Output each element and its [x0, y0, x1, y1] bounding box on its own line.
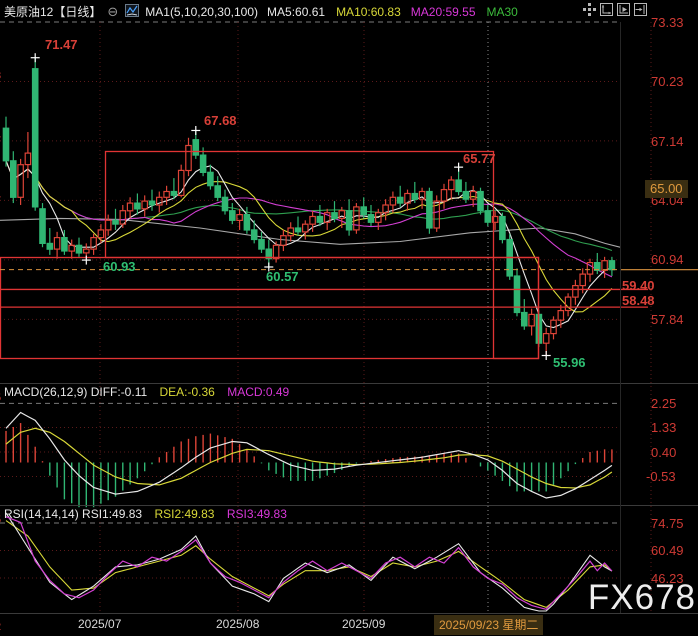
zoom-axis-icon[interactable]	[600, 3, 613, 16]
collapse-icon[interactable]: ⊖	[107, 4, 118, 20]
goto-latest-icon[interactable]	[634, 3, 647, 16]
crosshair-tool-icon[interactable]	[583, 3, 596, 16]
pan-axis-icon[interactable]	[617, 3, 630, 16]
chart-toolbar	[583, 3, 647, 16]
chart-window: 美原油12【日线】 ⊖ MA1(5,10,20,30,100) MA5:60.6…	[0, 0, 698, 636]
chart-canvas[interactable]	[0, 0, 698, 636]
